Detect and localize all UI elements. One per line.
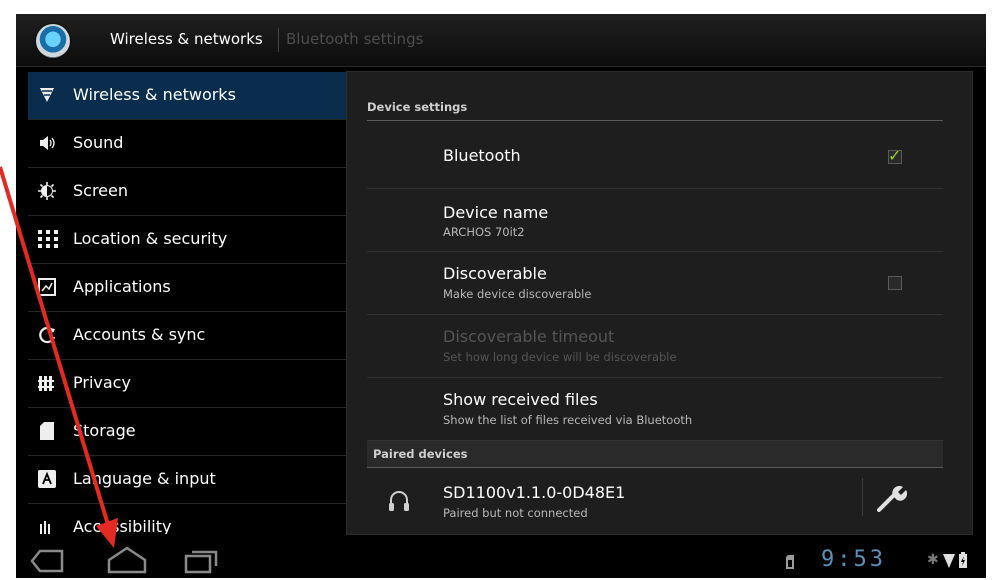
annotation-arrow xyxy=(0,166,118,548)
